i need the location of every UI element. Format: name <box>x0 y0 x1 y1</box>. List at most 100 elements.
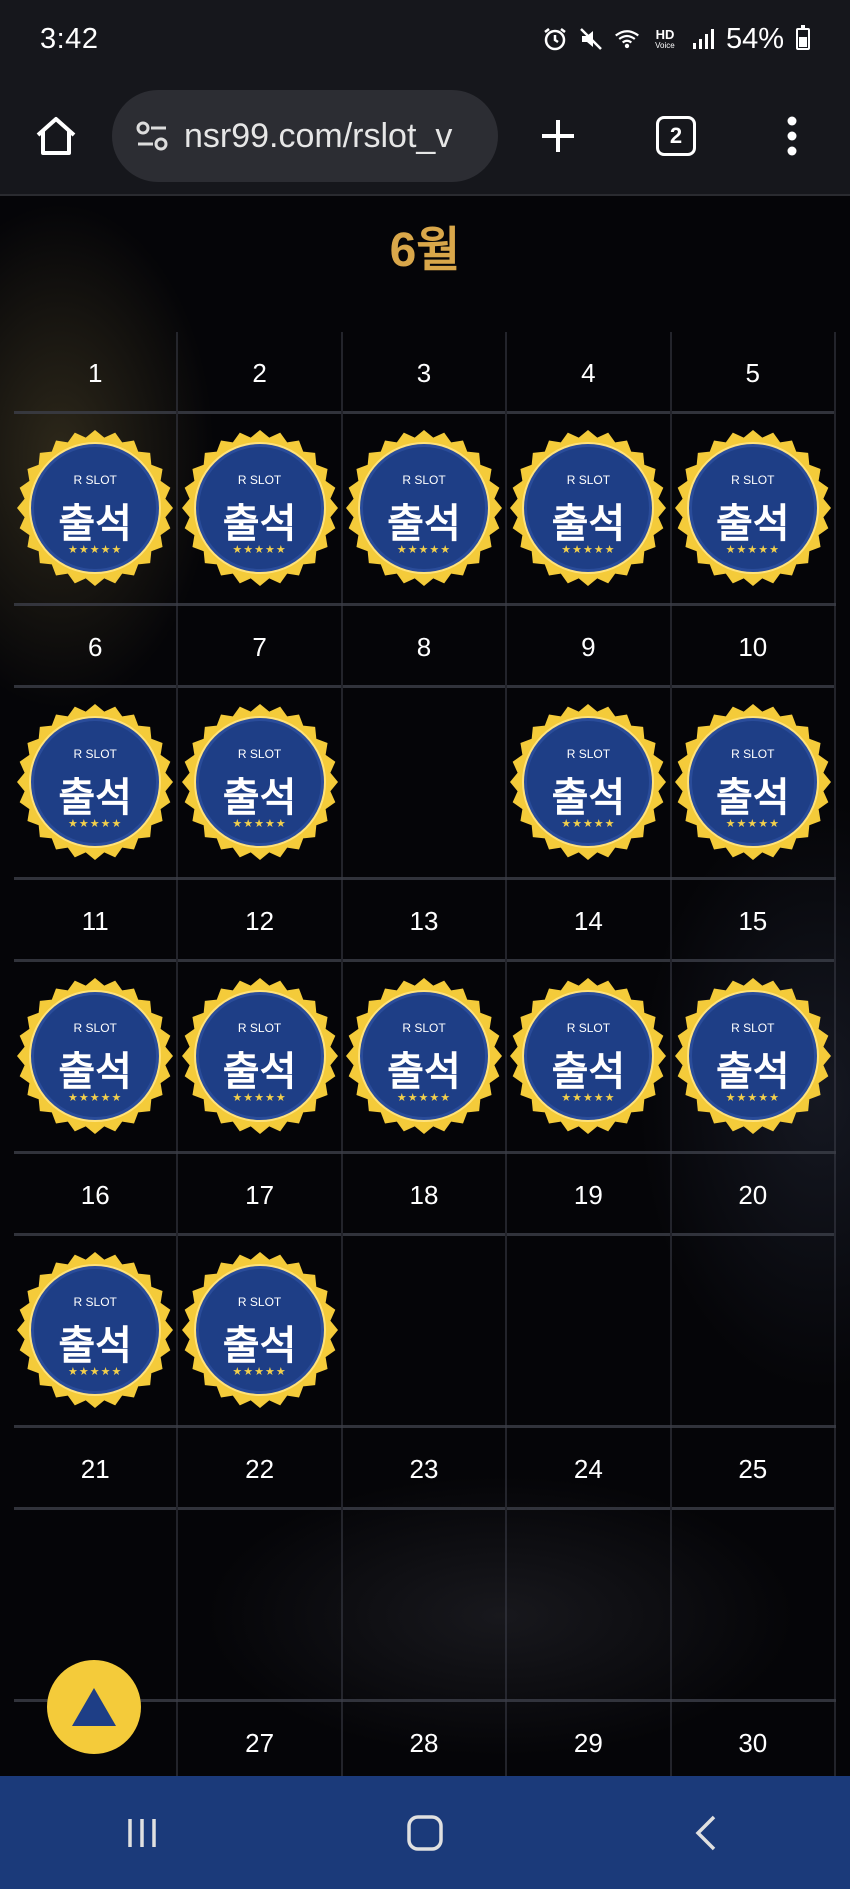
day-number: 8 <box>342 606 506 688</box>
system-nav-bar <box>0 1776 850 1889</box>
stamp-stars: ★★★★★ <box>68 1366 123 1378</box>
stamp-brand: R SLOT <box>237 473 282 487</box>
status-icons: HD Voice 54% <box>542 23 810 56</box>
stamp-label: 출석 <box>715 501 790 547</box>
calendar-day-cell: 14 R SLOT 출석 ★★★★★ <box>507 880 672 1154</box>
stamp-label: 출석 <box>222 775 297 821</box>
day-number: 5 <box>671 332 834 414</box>
stamp-stars: ★★★★★ <box>68 544 123 556</box>
stamp-brand: R SLOT <box>73 473 117 487</box>
home-nav-button[interactable] <box>365 1783 485 1883</box>
calendar-day-cell: 30 <box>672 1702 836 1776</box>
day-number: 22 <box>178 1428 341 1510</box>
attendance-stamp: R SLOT 출석 ★★★★★ <box>15 428 175 588</box>
calendar-week: 11 R SLOT 출석 ★★★★★ 12 R SLOT 출석 ★★★★★ 13 R SLOT 출석… <box>14 880 836 1154</box>
day-number: 17 <box>178 1154 341 1236</box>
stamp-label: 출석 <box>715 1049 790 1095</box>
day-number: 2 <box>178 332 341 414</box>
stamp-stars: ★★★★★ <box>725 1092 780 1104</box>
stamp-brand: R SLOT <box>731 1021 775 1035</box>
stamp-stars: ★★★★★ <box>725 544 780 556</box>
stamp-label: 출석 <box>387 501 461 547</box>
stamp-label: 출석 <box>551 1049 626 1095</box>
attendance-stamp: R SLOT 출석 ★★★★★ <box>508 428 668 588</box>
calendar-day-cell: 17 R SLOT 출석 ★★★★★ <box>178 1154 343 1428</box>
day-number: 12 <box>178 880 341 962</box>
day-number: 25 <box>671 1428 834 1510</box>
calendar-day-cell: 15 R SLOT 출석 ★★★★★ <box>671 880 836 1154</box>
calendar-day-cell: 11 R SLOT 출석 ★★★★★ <box>14 880 179 1154</box>
stamp-label: 출석 <box>58 1323 132 1369</box>
calendar-day-cell: 28 <box>343 1702 508 1776</box>
stamp-stars: ★★★★★ <box>561 818 616 830</box>
hd-voice-sub: Voice <box>655 41 675 50</box>
hd-voice-label: HD <box>655 27 675 42</box>
calendar-day-cell: 23 <box>342 1428 508 1702</box>
stamp-stars: ★★★★★ <box>561 544 616 556</box>
calendar-day-cell: 5 R SLOT 출석 ★★★★★ <box>671 332 836 606</box>
calendar-day-cell: 16 R SLOT 출석 ★★★★★ <box>14 1154 179 1428</box>
status-time: 3:42 <box>40 22 99 55</box>
attendance-stamp: R SLOT 출석 ★★★★★ <box>180 428 340 588</box>
battery-icon <box>796 25 810 50</box>
stamp-stars: ★★★★★ <box>68 1092 123 1104</box>
alarm-icon <box>542 26 568 52</box>
stamp-badge-icon: R SLOT 출석 ★★★★★ <box>688 992 817 1120</box>
tabs-button[interactable]: 2 <box>618 77 734 195</box>
day-number: 30 <box>672 1702 834 1776</box>
calendar-day-cell: 20 <box>671 1154 836 1428</box>
stamp-brand: R SLOT <box>73 747 117 761</box>
stamp-badge-icon: R SLOT 출석 ★★★★★ <box>524 444 653 572</box>
stamp-badge-icon: R SLOT 출석 ★★★★★ <box>524 992 653 1120</box>
attendance-stamp: R SLOT 출석 ★★★★★ <box>180 1250 340 1410</box>
stamp-badge-icon: R SLOT 출석 ★★★★★ <box>688 444 817 572</box>
stamp-stars: ★★★★★ <box>396 1092 452 1104</box>
calendar-week: 16 R SLOT 출석 ★★★★★ 17 R SLOT 출석 ★★★★★ 18 19 20 <box>14 1154 836 1428</box>
calendar-day-cell: 18 <box>342 1154 508 1428</box>
stamp-stars: ★★★★★ <box>232 544 287 556</box>
stamp-badge-icon: R SLOT 출석 ★★★★★ <box>31 1266 160 1394</box>
more-menu-button[interactable] <box>734 77 850 195</box>
calendar-day-cell: 2 R SLOT 출석 ★★★★★ <box>178 332 343 606</box>
mute-icon <box>578 26 604 52</box>
attendance-stamp: R SLOT 출석 ★★★★★ <box>15 1250 175 1410</box>
url-text[interactable]: nsr99.com/rslot_v <box>184 117 484 156</box>
home-nav-icon <box>407 1814 443 1851</box>
recent-apps-icon <box>127 1818 156 1847</box>
calendar-day-cell: 4 R SLOT 출석 ★★★★★ <box>507 332 672 606</box>
attendance-stamp: R SLOT 출석 ★★★★★ <box>15 702 175 862</box>
day-number: 1 <box>14 332 177 414</box>
attendance-stamp: R SLOT 출석 ★★★★★ <box>508 976 668 1136</box>
day-number: 18 <box>342 1154 506 1236</box>
stamp-badge-icon: R SLOT 출석 ★★★★★ <box>31 718 160 846</box>
site-settings-icon[interactable] <box>134 118 170 154</box>
stamp-label: 출석 <box>715 775 790 821</box>
back-icon <box>695 1815 716 1850</box>
calendar-day-cell: 13 R SLOT 출석 ★★★★★ <box>342 880 508 1154</box>
attendance-calendar: 1R SLOT 출석 ★★★★★ 2 R SLOT 출석 ★★★★★ 3 R SLOT 출석 ★★★… <box>14 332 836 1776</box>
stamp-stars: ★★★★★ <box>68 818 123 830</box>
home-button[interactable] <box>0 77 112 195</box>
stamp-badge-icon: R SLOT 출석 ★★★★★ <box>195 1266 324 1394</box>
attendance-stamp: R SLOT 출석 ★★★★★ <box>508 702 668 862</box>
address-bar[interactable]: nsr99.com/rslot_v <box>112 90 498 182</box>
back-button[interactable] <box>648 1783 768 1883</box>
new-tab-button[interactable] <box>498 77 618 195</box>
web-content: 6월 1R SLOT 출석 ★★★★★ 2 R SLOT 출석 ★★★★★ 3 R SLOT 출석… <box>0 196 850 1776</box>
stamp-badge-icon: R SLOT 출석 ★★★★★ <box>195 718 324 846</box>
month-title: 6월 <box>389 224 461 277</box>
stamp-badge-icon: R SLOT 출석 ★★★★★ <box>688 718 817 846</box>
calendar-day-cell: 24 <box>507 1428 672 1702</box>
stamp-label: 출석 <box>222 1049 297 1095</box>
stamp-stars: ★★★★★ <box>232 818 287 830</box>
stamp-brand: R SLOT <box>73 1021 117 1035</box>
stamp-badge-icon: R SLOT 출석 ★★★★★ <box>359 992 488 1120</box>
stamp-brand: R SLOT <box>566 473 611 487</box>
browser-toolbar: nsr99.com/rslot_v 2 <box>0 78 850 196</box>
day-number: 13 <box>342 880 506 962</box>
calendar-day-cell: 22 <box>178 1428 343 1702</box>
calendar-day-cell: 25 <box>671 1428 836 1702</box>
home-icon <box>36 117 76 155</box>
scroll-to-top-button[interactable] <box>47 1660 141 1754</box>
recent-apps-button[interactable] <box>82 1783 202 1883</box>
